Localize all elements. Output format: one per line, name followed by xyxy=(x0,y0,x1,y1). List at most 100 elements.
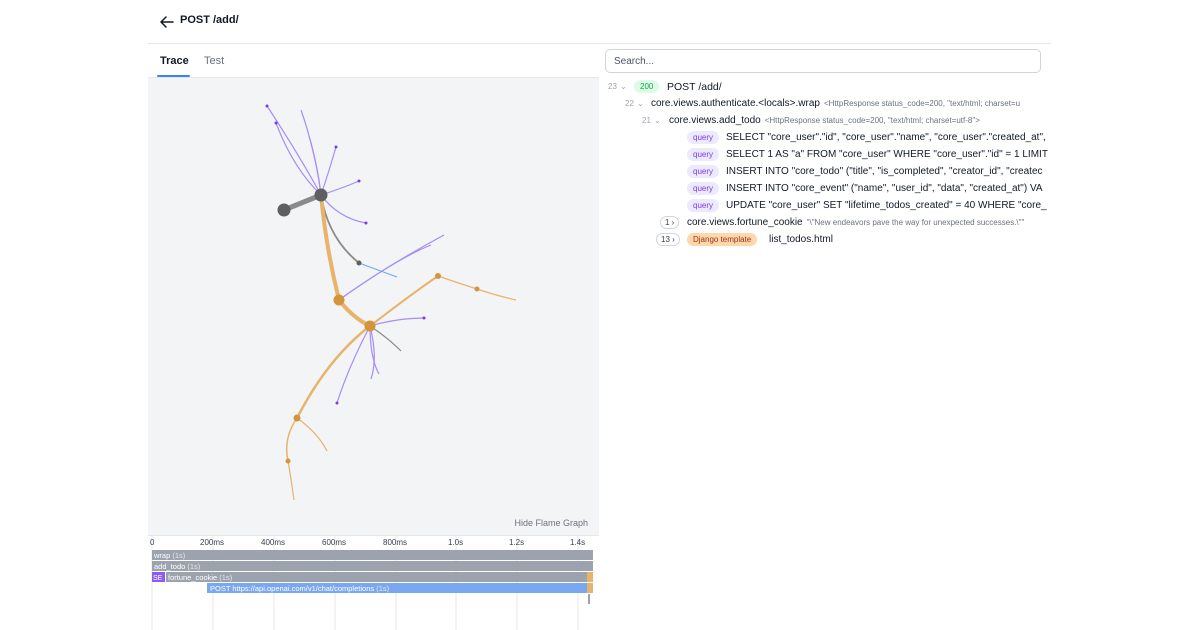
graph-edge xyxy=(320,146,337,196)
graph-edge xyxy=(369,275,439,327)
graph-node[interactable] xyxy=(285,458,291,464)
tree-row-label: core.views.add_todo <HttpResponse status_… xyxy=(669,115,980,126)
trace-tree-panel: 23 ⌄ 200 POST /add/ 22 ⌄ core.views.auth… xyxy=(600,45,1051,630)
graph-node[interactable] xyxy=(293,414,301,422)
flame-graph: 0 200ms 400ms 600ms 800ms 1.0s 1.2s 1.4s… xyxy=(148,535,599,630)
tree-row-query[interactable]: query SELECT 1 AS "a" FROM "core_user" W… xyxy=(600,147,1051,163)
flame-tick-label: 800ms xyxy=(383,538,407,547)
flame-tick-label: 1.0s xyxy=(448,538,463,547)
sql-text: INSERT INTO "core_todo" ("title", "is_co… xyxy=(726,166,1043,177)
flame-axis: 0 200ms 400ms 600ms 800ms 1.0s 1.2s 1.4s xyxy=(150,538,585,547)
graph-node[interactable] xyxy=(435,273,441,279)
tree-row-label: core.views.fortune_cookie "\"New endeavor… xyxy=(687,217,1025,228)
graph-edge xyxy=(308,135,322,196)
sql-text: INSERT INTO "core_event" ("name", "user_… xyxy=(726,183,1043,194)
tree-row-wrap[interactable]: 22 ⌄ core.views.authenticate.<locals>.wr… xyxy=(600,96,1051,112)
expand-toggle[interactable]: 1 › xyxy=(660,216,680,229)
tree-row-query[interactable]: query INSERT INTO "core_event" ("name", … xyxy=(600,181,1051,197)
graph-node[interactable] xyxy=(333,294,345,306)
span-count: 23 xyxy=(608,82,617,91)
graph-node[interactable] xyxy=(422,316,426,320)
graph-node[interactable] xyxy=(274,121,278,125)
flame-tick-label: 200ms xyxy=(200,538,224,547)
back-arrow-icon[interactable] xyxy=(158,13,176,31)
query-badge[interactable]: query xyxy=(687,199,720,212)
graph-edge xyxy=(296,417,328,452)
template-badge: Django template xyxy=(687,233,758,246)
tree-row-label: core.views.authenticate.<locals>.wrap <Ht… xyxy=(651,98,1021,109)
flame-bar-tail[interactable] xyxy=(587,572,593,582)
search-input[interactable] xyxy=(605,49,1041,73)
status-badge: 200 xyxy=(634,80,660,93)
graph-node[interactable] xyxy=(474,286,480,292)
graph-node[interactable] xyxy=(356,260,362,266)
page-header: POST /add/ xyxy=(148,0,1051,44)
flame-bar-wrap[interactable] xyxy=(152,550,593,560)
tree-row-meta: <HttpResponse status_code=200, "text/htm… xyxy=(823,99,1021,108)
graph-edge xyxy=(369,325,402,352)
span-count: 21 xyxy=(642,116,651,125)
graph-node[interactable] xyxy=(335,401,339,405)
page-title: POST /add/ xyxy=(180,14,239,26)
span-count: 22 xyxy=(625,99,634,108)
flame-tick-label: 400ms xyxy=(261,538,285,547)
chevron-down-icon[interactable]: ⌄ xyxy=(637,96,644,112)
graph-node[interactable] xyxy=(265,104,269,108)
tree-row-fortune-cookie[interactable]: 1 › core.views.fortune_cookie "\"New ende… xyxy=(600,215,1051,231)
trace-graph[interactable]: Hide Flame Graph xyxy=(148,78,599,535)
graph-edge xyxy=(285,417,298,462)
query-badge[interactable]: query xyxy=(687,182,720,195)
query-badge[interactable]: query xyxy=(687,131,720,144)
graph-edge xyxy=(300,109,322,196)
sql-text: SELECT "core_user"."id", "core_user"."na… xyxy=(726,132,1046,143)
graph-edge xyxy=(319,193,372,328)
tree-row-label: POST /add/ xyxy=(667,81,722,93)
tree-row-template[interactable]: 13 › Django template list_todos.html xyxy=(600,232,1051,248)
flame-bar-label: SE xyxy=(153,575,163,582)
trace-graph-canvas[interactable] xyxy=(148,78,599,535)
flame-bar-label: add_todo (1s) xyxy=(154,562,201,571)
flame-bar-add-todo[interactable] xyxy=(152,561,593,571)
flame-tick-label: 600ms xyxy=(322,538,346,547)
tab-test[interactable]: Test xyxy=(204,55,224,67)
expand-toggle[interactable]: 13 › xyxy=(656,233,680,246)
tab-bar: Trace Test xyxy=(148,45,599,78)
flame-bar-label: POST https://api.openai.com/v1/chat/comp… xyxy=(210,584,390,593)
graph-node[interactable] xyxy=(314,188,328,202)
tree-row-add-todo[interactable]: 21 ⌄ core.views.add_todo <HttpResponse st… xyxy=(600,113,1051,129)
tab-trace[interactable]: Trace xyxy=(160,55,189,67)
graph-node[interactable] xyxy=(364,221,368,225)
flame-bar-label: fortune_cookie (1s) xyxy=(168,573,233,582)
graph-node[interactable] xyxy=(364,320,376,332)
chevron-down-icon[interactable]: ⌄ xyxy=(620,79,627,95)
hide-flame-graph-button[interactable]: Hide Flame Graph xyxy=(514,518,588,528)
flame-bar-tail[interactable] xyxy=(588,594,590,604)
flame-tick-label: 1.4s xyxy=(570,538,585,547)
graph-edge xyxy=(287,460,295,501)
tree-row-query[interactable]: query UPDATE "core_user" SET "lifetime_t… xyxy=(600,198,1051,214)
graph-node[interactable] xyxy=(277,203,291,217)
tree-row-query[interactable]: query SELECT "core_user"."id", "core_use… xyxy=(600,130,1051,146)
graph-node[interactable] xyxy=(357,179,361,183)
flame-bar-tail[interactable] xyxy=(587,583,593,593)
tree-row-meta: <HttpResponse status_code=200, "text/htm… xyxy=(764,116,980,125)
active-tab-indicator xyxy=(157,75,190,77)
sql-text: SELECT 1 AS "a" FROM "core_user" WHERE "… xyxy=(726,149,1051,160)
left-panel: Trace Test Hide Flame Graph 0 200ms 400m… xyxy=(148,45,599,630)
flame-bar-label: wrap (1s) xyxy=(153,551,186,560)
flame-tick-label: 0 xyxy=(150,538,155,547)
tree-row-root[interactable]: 23 ⌄ 200 POST /add/ xyxy=(600,79,1051,95)
chevron-down-icon[interactable]: ⌄ xyxy=(654,113,661,129)
graph-edge xyxy=(336,325,371,404)
tree-row-label: list_todos.html xyxy=(769,234,833,245)
graph-edge xyxy=(338,234,445,301)
graph-node[interactable] xyxy=(334,145,338,149)
tree-row-meta: "\"New endeavors pave the way for unexpe… xyxy=(806,218,1025,227)
graph-edge xyxy=(295,325,371,419)
tree-row-query[interactable]: query INSERT INTO "core_todo" ("title", … xyxy=(600,164,1051,180)
flame-graph-canvas: 0 200ms 400ms 600ms 800ms 1.0s 1.2s 1.4s… xyxy=(150,536,593,630)
query-badge[interactable]: query xyxy=(687,148,720,161)
query-badge[interactable]: query xyxy=(687,165,720,178)
flame-tick-label: 1.2s xyxy=(509,538,524,547)
sql-text: UPDATE "core_user" SET "lifetime_todos_c… xyxy=(726,200,1047,211)
